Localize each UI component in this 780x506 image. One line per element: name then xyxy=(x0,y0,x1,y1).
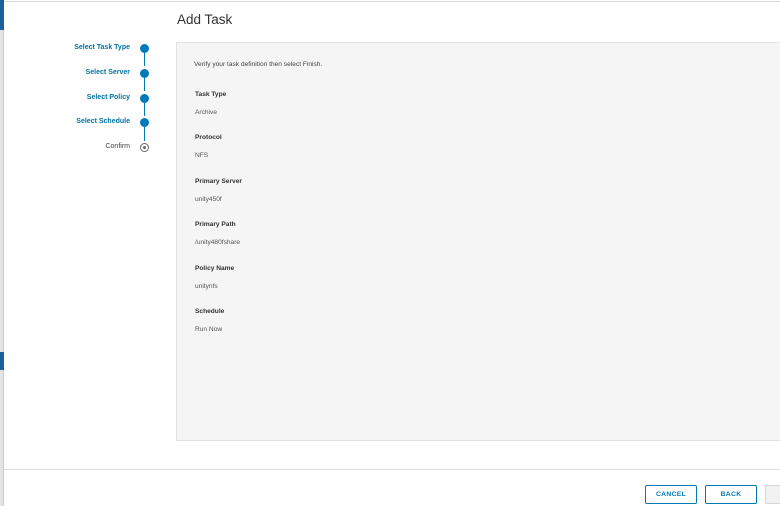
wizard-stepper: Select Task Type Select Server Select Po… xyxy=(4,2,174,202)
step-select-policy[interactable]: Select Policy xyxy=(4,92,154,108)
step-confirm: Confirm xyxy=(4,141,154,157)
field-label-protocol: Protocol xyxy=(195,134,222,141)
field-label-policy-name: Policy Name xyxy=(195,265,235,272)
field-label-primary-server: Primary Server xyxy=(195,178,242,185)
step-label: Confirm xyxy=(105,143,130,150)
finish-button[interactable] xyxy=(765,485,780,504)
intro-text: Verify your task definition then select … xyxy=(194,61,323,68)
field-value-protocol: NFS xyxy=(195,152,209,159)
step-complete-icon xyxy=(140,44,149,53)
field-value-policy-name: unitynfs xyxy=(195,283,218,290)
field-value-primary-path: /unity480fshare xyxy=(195,239,241,246)
field-label-primary-path: Primary Path xyxy=(195,221,236,228)
step-label: Select Task Type xyxy=(74,44,130,51)
field-label-task-type: Task Type xyxy=(195,91,227,98)
field-label-schedule: Schedule xyxy=(195,308,225,315)
step-select-schedule[interactable]: Select Schedule xyxy=(4,116,154,132)
confirm-summary-panel: Verify your task definition then select … xyxy=(176,42,780,441)
step-label: Select Policy xyxy=(86,94,130,101)
dialog-title: Add Task xyxy=(177,12,233,27)
cancel-button[interactable]: CANCEL xyxy=(645,485,697,504)
footer-divider xyxy=(4,469,780,470)
back-button[interactable]: BACK xyxy=(705,485,757,504)
step-select-task-type[interactable]: Select Task Type xyxy=(4,42,154,58)
step-complete-icon xyxy=(140,118,149,127)
step-label: Select Schedule xyxy=(76,118,130,125)
field-value-primary-server: unity450f xyxy=(195,196,222,203)
step-current-icon xyxy=(140,143,149,152)
step-select-server[interactable]: Select Server xyxy=(4,67,154,83)
step-complete-icon xyxy=(140,69,149,78)
field-value-schedule: Run Now xyxy=(195,326,223,333)
field-value-task-type: Archive xyxy=(195,109,217,116)
step-complete-icon xyxy=(140,94,149,103)
add-task-dialog: Add Task Select Task Type Select Server … xyxy=(4,1,780,506)
step-label: Select Server xyxy=(85,69,130,76)
